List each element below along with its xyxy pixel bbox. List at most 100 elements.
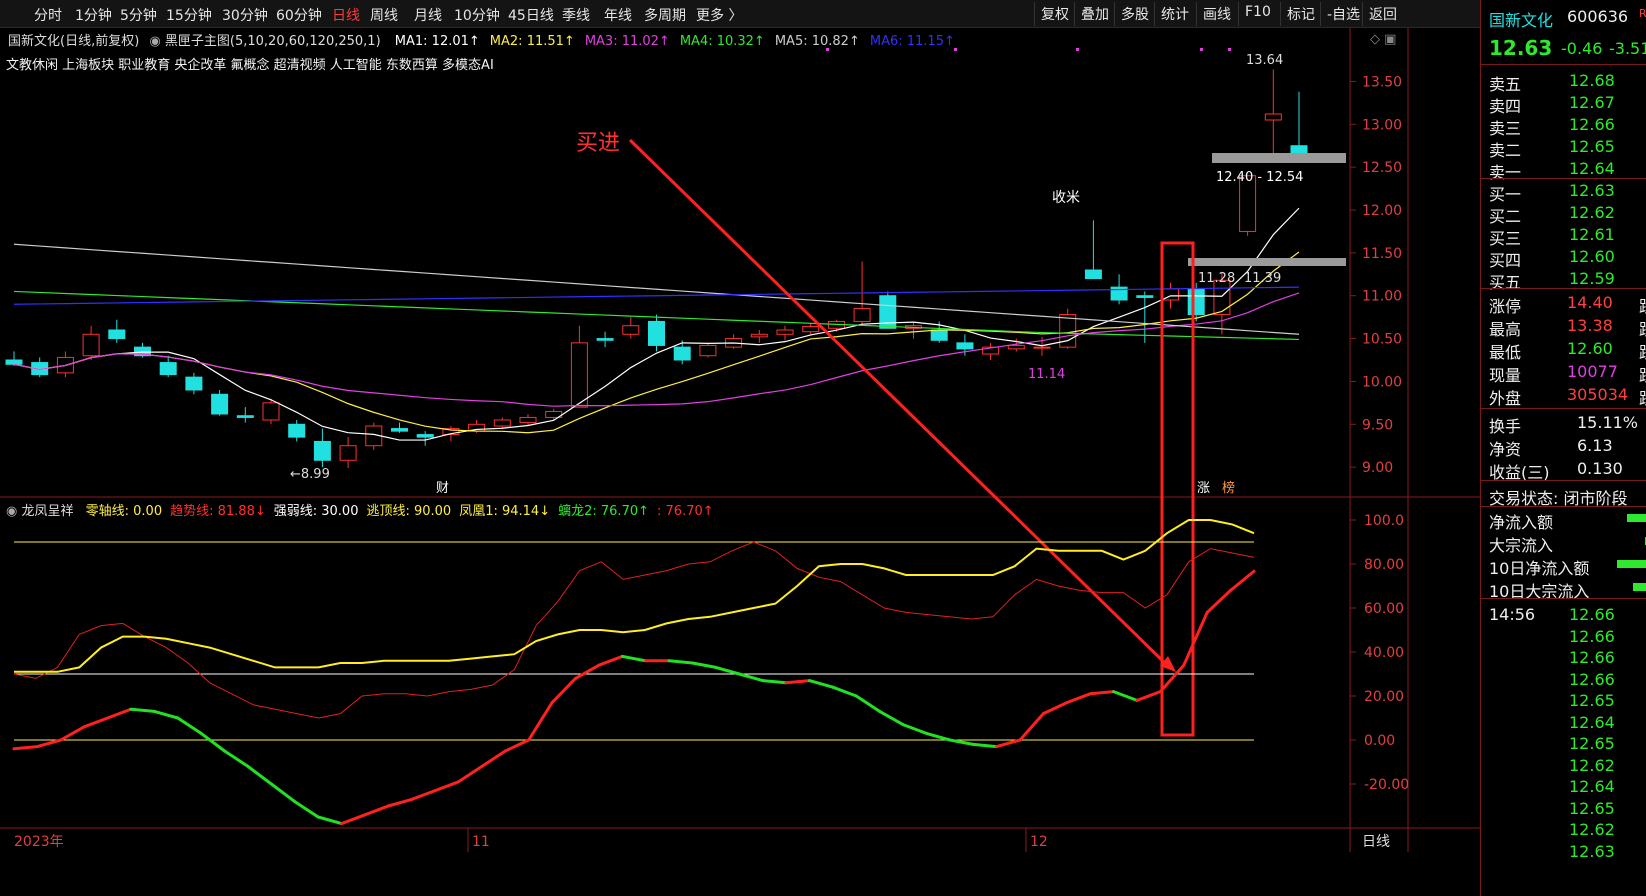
price-tick-label: 11.00 xyxy=(1362,289,1402,305)
dragon-line-segment xyxy=(550,676,578,705)
dragon-line-segment xyxy=(948,738,975,746)
low-price-label: ←8.99 xyxy=(290,467,330,482)
change-pct: -3.51 xyxy=(1609,39,1646,58)
bid-row: 买三 12.61 xyxy=(1489,225,1615,248)
price-tick-label: 13.50 xyxy=(1362,74,1402,90)
candle-body xyxy=(956,342,974,350)
sub-legend: 零轴线: 0.00 趋势线: 81.88↓ 强弱线: 30.00 逃顶线: 90.00… xyxy=(78,504,714,519)
dragon-line-segment xyxy=(269,782,297,804)
ask-row: 卖二 12.65 xyxy=(1489,137,1615,160)
flow-row: 大宗流入 xyxy=(1489,536,1554,555)
tick-row: 12.65 xyxy=(1569,691,1615,710)
dragon-line-segment xyxy=(737,672,765,683)
dragon-line-segment xyxy=(410,789,437,801)
ask-row: 卖四 12.67 xyxy=(1489,93,1615,116)
sub-label-1: 趋势线: 81.88↓ xyxy=(170,504,266,519)
candle-body xyxy=(108,329,126,340)
change: -0.46 xyxy=(1561,39,1603,58)
bid-row: 买二 12.62 xyxy=(1489,203,1615,226)
marker-price-label: 11.14 xyxy=(1028,367,1065,382)
sub-indicator-name[interactable]: 龙凤呈祥 xyxy=(21,504,73,519)
dragon-line-segment xyxy=(1018,712,1045,742)
candle-body xyxy=(416,434,434,438)
dragon-line-segment xyxy=(246,764,273,786)
signal-dot xyxy=(826,48,829,51)
dragon-line-segment xyxy=(831,685,858,698)
dragon-line-segment xyxy=(12,745,39,751)
kline-chart[interactable]: 13.50 13.00 12.50 12.00 11.50 11.00 10.50 10.00… xyxy=(0,0,1480,896)
xaxis-label-dec: 12 xyxy=(1030,834,1048,850)
bid-row: 买四 12.60 xyxy=(1489,247,1615,270)
candle-body xyxy=(211,393,229,415)
xaxis-label-year: 2023年 xyxy=(14,834,64,850)
ask-row: 卖三 12.66 xyxy=(1489,115,1615,138)
tick-row: 14:56 12.66 xyxy=(1489,605,1615,624)
finance-marker: 财 xyxy=(436,481,449,496)
price-tick-label: 12.50 xyxy=(1362,160,1402,176)
dragon-line-segment xyxy=(597,654,624,667)
sub-settings-icon[interactable]: ◉ xyxy=(6,504,17,519)
dragon-line-segment xyxy=(620,654,648,663)
stat-row: 最高13.38跌 xyxy=(1489,316,1646,339)
candle-body xyxy=(776,329,794,335)
stat2-row: 收益(三) 0.130 xyxy=(1489,459,1623,482)
dragon-line-segment xyxy=(199,731,227,753)
candle-body xyxy=(1136,295,1154,298)
flow-bar xyxy=(1627,514,1646,522)
stat-row: 现量10077跌 xyxy=(1489,362,1646,385)
dragon-line-segment xyxy=(480,749,507,768)
stock-code: 600636 xyxy=(1567,7,1629,26)
tick-row: 12.63 xyxy=(1569,841,1615,861)
sub-label-0: 零轴线: 0.00 xyxy=(85,504,163,519)
sub-label-6: : 76.70↑ xyxy=(657,504,714,519)
high-price-label: 13.64 xyxy=(1246,53,1283,68)
candle-body xyxy=(699,344,717,357)
tick-row: 12.65 xyxy=(1569,734,1615,753)
tick-row: 12.65 xyxy=(1569,798,1615,818)
candle-body xyxy=(262,402,280,421)
dragon-line-segment xyxy=(690,661,718,669)
dragon-line-segment xyxy=(527,701,554,742)
sub-label-5: 螭龙2: 76.70↑ xyxy=(558,504,650,519)
flow-bar xyxy=(1633,583,1646,591)
stock-name[interactable]: 国新文化 xyxy=(1489,7,1553,31)
osc-tick-label: 60.00 xyxy=(1364,601,1404,617)
dragon-line-segment xyxy=(386,797,414,808)
candle-body xyxy=(648,320,665,346)
tick-row: 12.62 xyxy=(1569,755,1615,775)
stock-header: 国新文化 600636 R xyxy=(1489,7,1646,31)
dragon-line-segment xyxy=(901,723,928,735)
candle-body xyxy=(596,338,614,341)
signal-dot xyxy=(1076,48,1079,51)
tick-row: 12.66 xyxy=(1569,626,1615,646)
ask-row: 卖五 12.68 xyxy=(1489,71,1615,94)
candle-body xyxy=(1264,113,1282,121)
ask-row: 卖一 12.64 xyxy=(1489,159,1615,182)
dragon-line-segment xyxy=(1041,701,1069,716)
dragon-line-segment xyxy=(878,709,905,727)
price-tick-label: 13.00 xyxy=(1362,117,1402,133)
tick-row: 12.64 xyxy=(1569,712,1615,732)
flow-row: 净流入额 xyxy=(1489,513,1554,532)
tick-row: 12.66 xyxy=(1569,669,1615,689)
candle-body xyxy=(236,415,254,418)
candle-body xyxy=(288,423,306,438)
dragon-line-segment xyxy=(807,679,835,689)
candle-body xyxy=(1187,288,1205,316)
sub-label-4: 凤凰1: 94.14↓ xyxy=(459,504,551,519)
rank-marker: 榜 xyxy=(1222,480,1235,496)
dragon-line-segment xyxy=(1135,690,1162,702)
osc-tick-label: 20.00 xyxy=(1364,689,1404,705)
xaxis-period-label: 日线 xyxy=(1362,834,1390,850)
signal-dot xyxy=(1200,48,1203,51)
range-label-2: 11.28 xyxy=(1198,271,1235,286)
tick-row: 12.62 xyxy=(1569,820,1615,839)
candle-body xyxy=(519,416,537,424)
dragon-line-segment xyxy=(340,813,367,826)
candle-body xyxy=(391,428,408,432)
quote-panel: 国新文化 600636 R 12.63 -0.46 -3.51 卖五12.68卖… xyxy=(1480,0,1646,896)
dragon-line-segment xyxy=(574,663,601,680)
stat-row: 外盘305034跌 xyxy=(1489,385,1646,408)
candle-body xyxy=(185,376,203,391)
stat2-row: 换手 15.11% xyxy=(1489,413,1639,436)
